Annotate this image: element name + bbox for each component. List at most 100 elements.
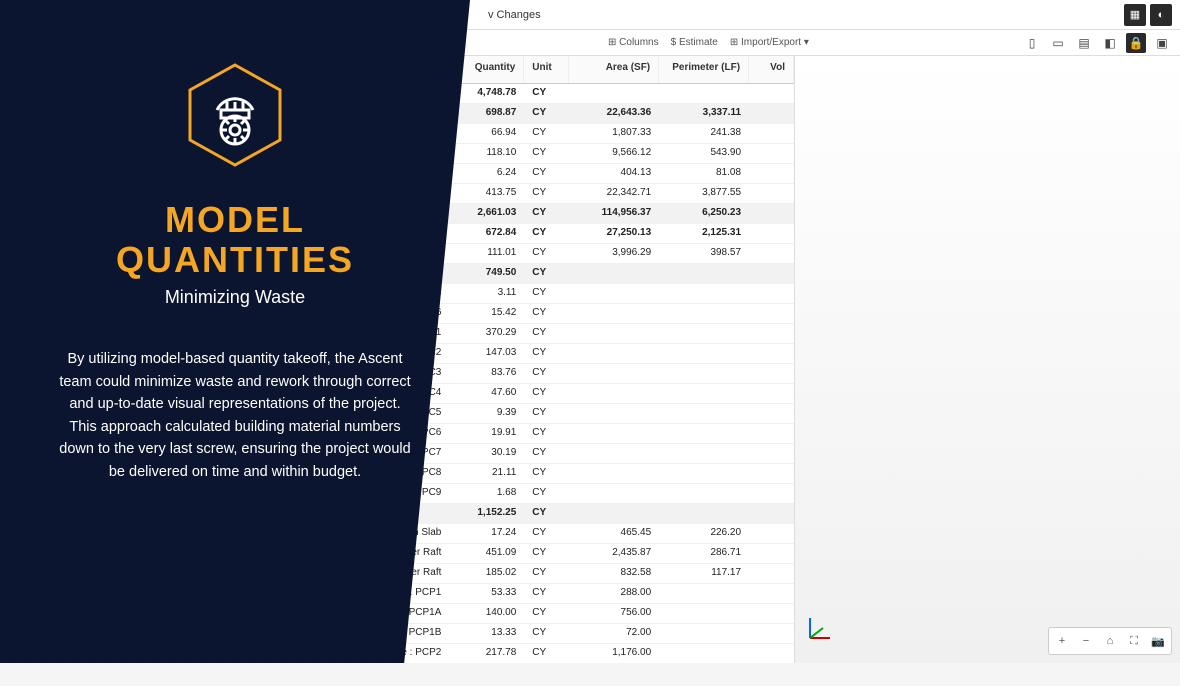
cell-qty: 118.10 [449, 144, 524, 163]
cell-qty: 111.01 [449, 244, 524, 263]
estimate-button[interactable]: $ Estimate [671, 37, 718, 48]
cell-vol [749, 604, 794, 623]
camera-icon[interactable]: 📷 [1147, 630, 1169, 652]
cell-unit: CY [524, 104, 569, 123]
zoom-in-icon[interactable]: + [1051, 630, 1073, 652]
cell-perim [659, 364, 749, 383]
grid-icon[interactable]: ▦ [1124, 4, 1146, 26]
cell-qty: 2,661.03 [449, 204, 524, 223]
cell-vol [749, 364, 794, 383]
cell-qty: 140.00 [449, 604, 524, 623]
cell-area: 114,956.37 [569, 204, 659, 223]
view-icon-2[interactable]: ▭ [1048, 33, 1068, 53]
cell-unit: CY [524, 244, 569, 263]
changes-label[interactable]: v Changes [488, 9, 541, 21]
cell-vol [749, 564, 794, 583]
cell-perim [659, 604, 749, 623]
cell-area: 288.00 [569, 584, 659, 603]
cell-perim [659, 84, 749, 103]
view-icon-4[interactable]: ◧ [1100, 33, 1120, 53]
cell-perim [659, 304, 749, 323]
cell-perim [659, 504, 749, 523]
cell-vol [749, 324, 794, 343]
cell-unit: CY [524, 544, 569, 563]
cell-area: 1,807.33 [569, 124, 659, 143]
globe-icon[interactable]: ◐ [1150, 4, 1172, 26]
view-icon-3[interactable]: ▤ [1074, 33, 1094, 53]
cell-unit: CY [524, 524, 569, 543]
cell-perim [659, 404, 749, 423]
cell-area: 72.00 [569, 624, 659, 643]
cell-vol [749, 644, 794, 663]
cell-area [569, 424, 659, 443]
cell-perim [659, 284, 749, 303]
cell-qty: 17.24 [449, 524, 524, 543]
cell-unit: CY [524, 264, 569, 283]
cell-area: 756.00 [569, 604, 659, 623]
cell-area: 9,566.12 [569, 144, 659, 163]
cell-unit: CY [524, 484, 569, 503]
cell-perim: 286.71 [659, 544, 749, 563]
import-export-button[interactable]: ⊞ Import/Export ▾ [730, 37, 809, 48]
cell-unit: CY [524, 504, 569, 523]
cell-vol [749, 484, 794, 503]
toolbar-left: ⊞ Columns $ Estimate ⊞ Import/Export ▾ [608, 37, 809, 48]
view-icon-5[interactable]: ▣ [1152, 33, 1172, 53]
cell-area: 404.13 [569, 164, 659, 183]
cell-area [569, 464, 659, 483]
cell-perim [659, 484, 749, 503]
cell-qty: 185.02 [449, 564, 524, 583]
cell-area: 22,643.36 [569, 104, 659, 123]
cell-vol [749, 284, 794, 303]
header-area[interactable]: Area (SF) [569, 56, 659, 83]
cell-area [569, 284, 659, 303]
cell-vol [749, 444, 794, 463]
cell-perim [659, 624, 749, 643]
cell-unit: CY [524, 304, 569, 323]
cell-perim: 81.08 [659, 164, 749, 183]
cell-qty: 672.84 [449, 224, 524, 243]
cell-vol [749, 124, 794, 143]
header-volume[interactable]: Vol [749, 56, 794, 83]
cell-vol [749, 304, 794, 323]
cell-qty: 83.76 [449, 364, 524, 383]
cell-vol [749, 524, 794, 543]
cell-qty: 451.09 [449, 544, 524, 563]
cell-qty: 698.87 [449, 104, 524, 123]
cell-perim: 117.17 [659, 564, 749, 583]
cell-unit: CY [524, 324, 569, 343]
cell-perim [659, 344, 749, 363]
cell-qty: 217.78 [449, 644, 524, 663]
header-perimeter[interactable]: Perimeter (LF) [659, 56, 749, 83]
cell-area: 2,435.87 [569, 544, 659, 563]
cell-area: 3,996.29 [569, 244, 659, 263]
toolbar-right: ▯ ▭ ▤ ◧ 🔒 ▣ [1022, 33, 1172, 53]
cell-qty: 13.33 [449, 624, 524, 643]
cell-vol [749, 544, 794, 563]
model-viewer[interactable]: + − ⌂ ⛶ 📷 [795, 56, 1180, 663]
cell-unit: CY [524, 464, 569, 483]
cell-qty: 1,152.25 [449, 504, 524, 523]
cell-perim [659, 324, 749, 343]
cell-qty: 19.91 [449, 424, 524, 443]
cell-perim: 226.20 [659, 524, 749, 543]
zoom-out-icon[interactable]: − [1075, 630, 1097, 652]
cell-perim: 6,250.23 [659, 204, 749, 223]
home-icon[interactable]: ⌂ [1099, 630, 1121, 652]
cell-qty: 370.29 [449, 324, 524, 343]
cell-unit: CY [524, 224, 569, 243]
cell-perim: 2,125.31 [659, 224, 749, 243]
fullscreen-icon[interactable]: ⛶ [1123, 630, 1145, 652]
cell-area [569, 344, 659, 363]
cell-vol [749, 224, 794, 243]
cell-area: 465.45 [569, 524, 659, 543]
header-unit[interactable]: Unit [524, 56, 569, 83]
cell-unit: CY [524, 424, 569, 443]
columns-button[interactable]: ⊞ Columns [608, 37, 659, 48]
view-icon-1[interactable]: ▯ [1022, 33, 1042, 53]
cell-unit: CY [524, 84, 569, 103]
cell-unit: CY [524, 344, 569, 363]
cell-perim: 398.57 [659, 244, 749, 263]
lock-icon[interactable]: 🔒 [1126, 33, 1146, 53]
cell-qty: 749.50 [449, 264, 524, 283]
